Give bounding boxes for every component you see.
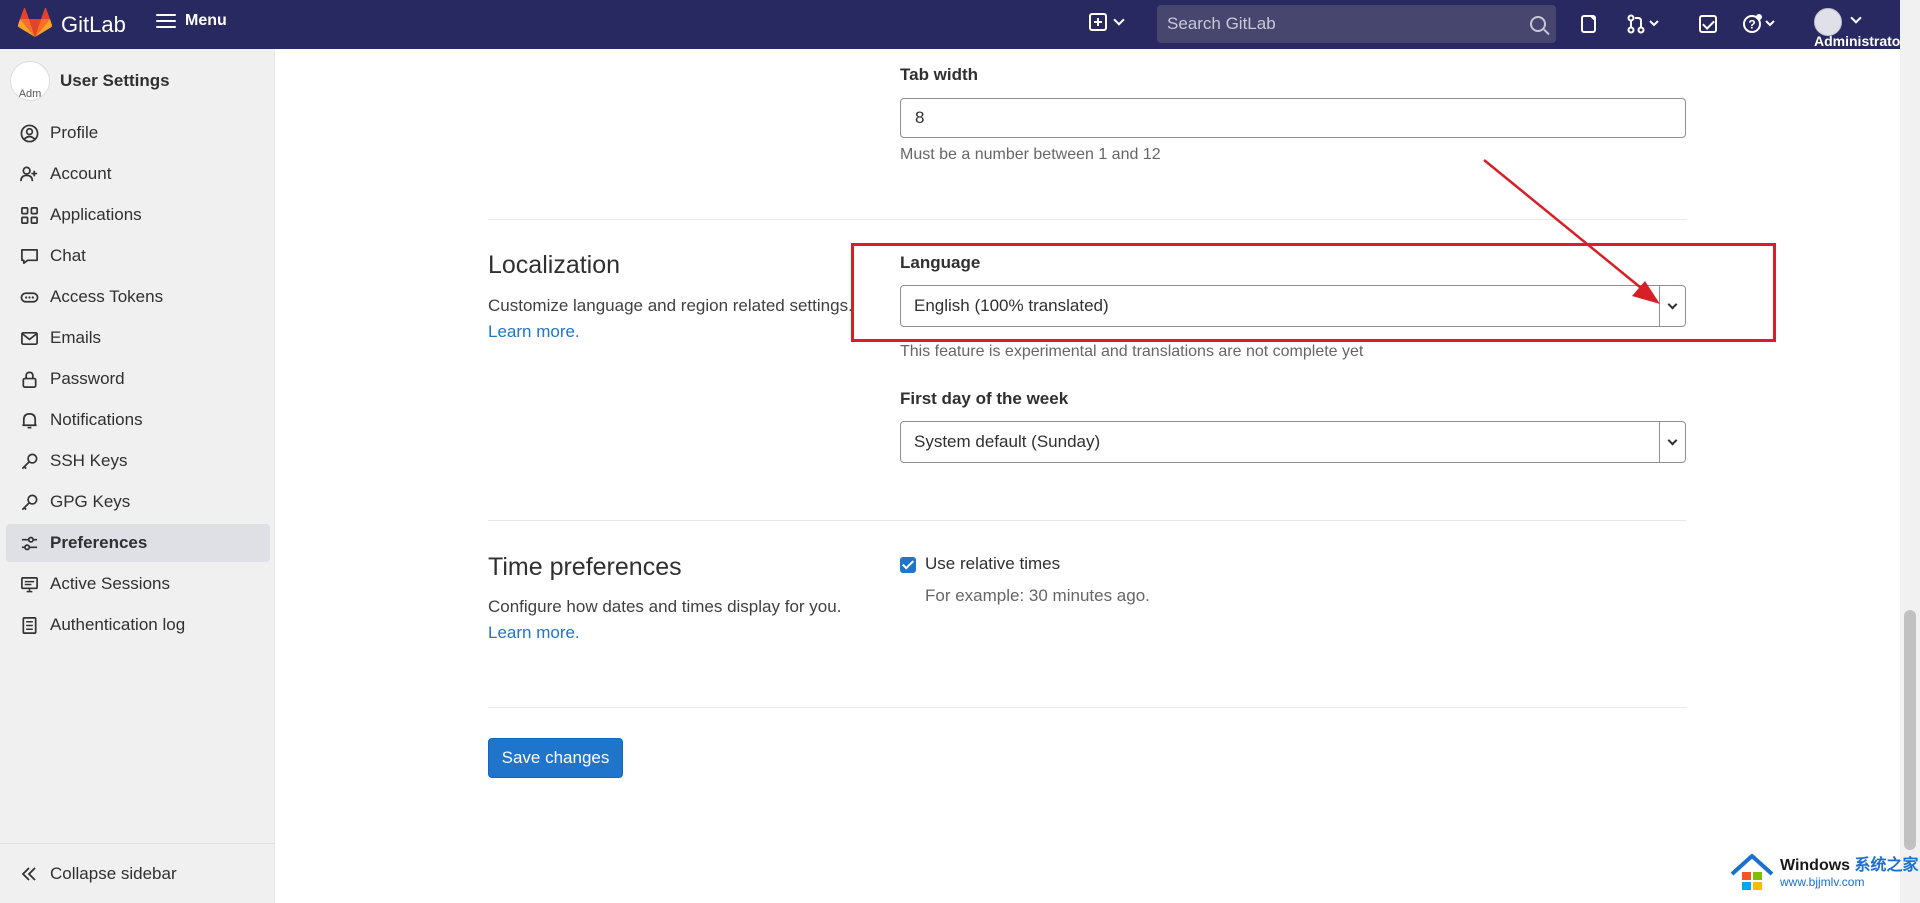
watermark-line1-a: Windows — [1780, 857, 1855, 874]
sidebar-item-password[interactable]: Password — [6, 360, 270, 398]
sidebar-title: User Settings — [60, 71, 170, 90]
section-divider — [488, 520, 1686, 521]
windows-house-logo-icon — [1730, 854, 1774, 890]
collapse-sidebar-button[interactable]: Collapse sidebar — [0, 843, 275, 903]
watermark: Windows 系统之家 www.bjjmlv.com — [1730, 852, 1919, 896]
sidebar-item-account[interactable]: Account — [6, 155, 270, 193]
localization-description: Customize language and region related se… — [488, 293, 908, 345]
profile-icon — [20, 124, 39, 143]
todo-icon[interactable] — [1697, 13, 1719, 35]
merge-requests-icon[interactable] — [1626, 13, 1662, 35]
token-icon — [20, 288, 39, 307]
sidebar-item-ssh-keys[interactable]: SSH Keys — [6, 442, 270, 480]
brand-name[interactable]: GitLab — [61, 12, 126, 38]
watermark-text: Windows 系统之家 www.bjjmlv.com — [1780, 857, 1919, 891]
localization-title: Localization — [488, 251, 621, 279]
localization-learn-more-link[interactable]: Learn more. — [488, 322, 580, 341]
gitlab-logo-icon[interactable] — [18, 8, 52, 38]
double-chevron-left-icon — [21, 866, 36, 881]
sidebar-item-label: Password — [50, 369, 125, 388]
chevron-down-icon — [1113, 14, 1125, 26]
sidebar-item-authentication-log[interactable]: Authentication log — [6, 606, 270, 644]
main-content: Tab width 8 Must be a number between 1 a… — [275, 49, 1900, 903]
hamburger-icon — [156, 14, 176, 28]
monitor-icon — [20, 575, 39, 594]
sidebar-item-label: Profile — [50, 123, 99, 142]
sidebar-item-profile[interactable]: Profile — [6, 114, 270, 152]
top-navbar: GitLab Menu ? Administrator — [0, 0, 1900, 49]
chevron-down-icon[interactable] — [1659, 422, 1685, 462]
chevron-down-icon[interactable] — [1850, 12, 1862, 24]
sidebar-item-gpg-keys[interactable]: GPG Keys — [6, 483, 270, 521]
sidebar-item-label: Active Sessions — [50, 574, 170, 593]
save-changes-button[interactable]: Save changes — [488, 738, 623, 778]
lock-icon — [20, 370, 39, 389]
key-icon — [20, 493, 39, 512]
sidebar-item-label: Emails — [50, 328, 102, 347]
user-avatar[interactable] — [1814, 8, 1842, 36]
sidebar-item-label: Preferences — [50, 533, 148, 552]
sidebar-item-label: Applications — [50, 205, 142, 224]
search-icon — [1530, 16, 1546, 32]
user-name-label[interactable]: Administrator — [1814, 33, 1900, 49]
relative-times-label[interactable]: Use relative times — [925, 554, 1060, 574]
time-description-text: Configure how dates and times display fo… — [488, 597, 842, 616]
menu-label: Menu — [185, 12, 227, 29]
time-preferences-title: Time preferences — [488, 553, 682, 581]
first-day-select-value: System default (Sunday) — [914, 432, 1101, 451]
menu-button[interactable]: Menu — [156, 12, 227, 30]
sidebar-item-label: Account — [50, 164, 112, 183]
help-icon[interactable]: ? — [1742, 13, 1778, 35]
sidebar-item-label: Access Tokens — [50, 287, 164, 306]
sidebar-item-label: Notifications — [50, 410, 143, 429]
avatar: Adm — [10, 61, 50, 101]
language-help: This feature is experimental and transla… — [900, 343, 1364, 360]
page-scrollbar[interactable] — [1900, 0, 1920, 903]
search-input[interactable] — [1167, 14, 1530, 34]
watermark-line2: www.bjjmlv.com — [1780, 875, 1865, 889]
tab-width-help: Must be a number between 1 and 12 — [900, 146, 1161, 163]
sidebar-item-applications[interactable]: Applications — [6, 196, 270, 234]
log-icon — [20, 616, 39, 635]
section-divider — [488, 707, 1686, 708]
mail-icon — [20, 329, 39, 348]
sidebar-item-active-sessions[interactable]: Active Sessions — [6, 565, 270, 603]
collapse-sidebar-label: Collapse sidebar — [50, 863, 177, 883]
relative-times-checkbox[interactable] — [900, 557, 916, 573]
plus-square-icon — [1089, 13, 1107, 31]
issues-icon[interactable] — [1578, 13, 1600, 35]
applications-icon — [20, 206, 39, 225]
sidebar-item-chat[interactable]: Chat — [6, 237, 270, 275]
new-item-dropdown[interactable] — [1089, 13, 1125, 31]
sidebar-item-access-tokens[interactable]: Access Tokens — [6, 278, 270, 316]
time-preferences-description: Configure how dates and times display fo… — [488, 594, 908, 646]
sidebar-item-label: GPG Keys — [50, 492, 131, 511]
svg-text:?: ? — [1748, 18, 1755, 32]
sidebar-item-label: SSH Keys — [50, 451, 128, 470]
relative-times-example: For example: 30 minutes ago. — [925, 586, 1150, 605]
tab-width-input[interactable]: 8 — [900, 98, 1686, 138]
sidebar-item-emails[interactable]: Emails — [6, 319, 270, 357]
sidebar-item-notifications[interactable]: Notifications — [6, 401, 270, 439]
watermark-line1-b: 系统之家 — [1854, 857, 1919, 874]
section-divider — [488, 219, 1686, 220]
annotation-highlight-box — [851, 243, 1776, 342]
key-icon — [20, 452, 39, 471]
localization-description-text: Customize language and region related se… — [488, 296, 853, 315]
sidebar-item-preferences[interactable]: Preferences — [6, 524, 270, 562]
preferences-icon — [20, 534, 39, 553]
settings-sidebar: Adm User Settings Profile Account Applic… — [0, 49, 275, 903]
bell-icon — [20, 411, 39, 430]
search-bar[interactable] — [1157, 5, 1556, 43]
time-learn-more-link[interactable]: Learn more. — [488, 623, 580, 642]
account-icon — [20, 165, 39, 184]
tab-width-label: Tab width — [900, 65, 979, 84]
chat-icon — [20, 247, 39, 266]
sidebar-header[interactable]: Adm User Settings — [10, 61, 170, 101]
first-day-label: First day of the week — [900, 389, 1069, 408]
sidebar-item-label: Chat — [50, 246, 86, 265]
first-day-select[interactable]: System default (Sunday) — [900, 421, 1686, 463]
scrollbar-thumb[interactable] — [1904, 610, 1916, 850]
sidebar-item-label: Authentication log — [50, 615, 186, 634]
